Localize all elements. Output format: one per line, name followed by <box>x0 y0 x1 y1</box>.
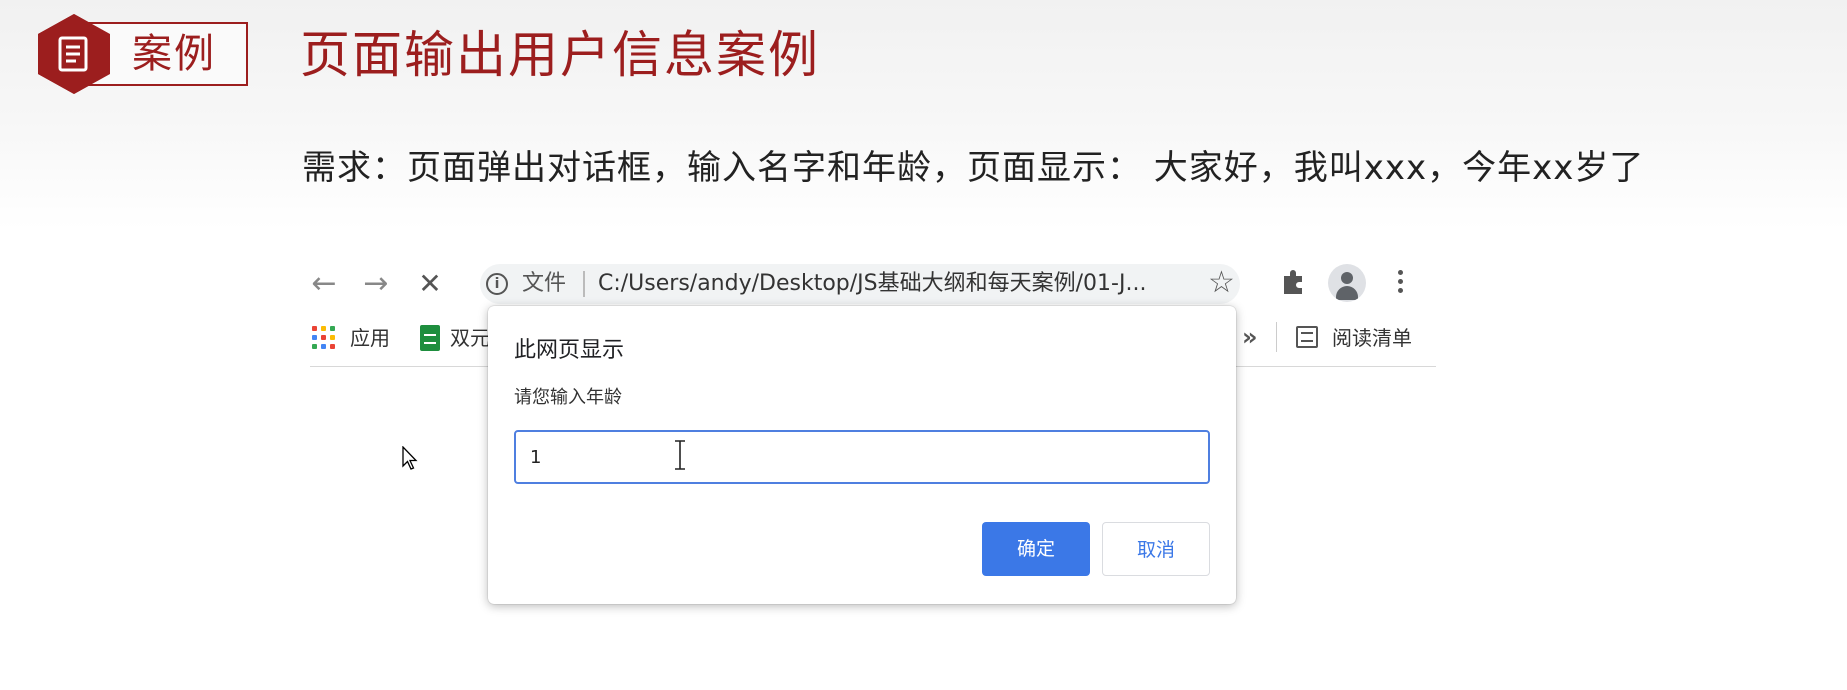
dialog-title: 此网页显示 <box>514 338 625 363</box>
age-input[interactable] <box>514 430 1210 484</box>
prompt-dialog: 此网页显示 请您输入年龄 确定 取消 <box>488 306 1236 604</box>
more-menu-icon[interactable] <box>1390 266 1410 300</box>
scheme-label: 文件 <box>522 271 567 296</box>
bookmark-shuangyuan[interactable]: 双元 <box>450 324 490 352</box>
bookmarks-overflow-chevron[interactable]: » <box>1242 322 1258 352</box>
apps-grid-icon[interactable] <box>312 326 336 350</box>
cancel-button[interactable]: 取消 <box>1102 522 1210 576</box>
requirement-text: 需求：页面弹出对话框，输入名字和年龄，页面显示： 大家好，我叫xxx，今年xx岁… <box>302 148 1645 188</box>
dialog-message: 请您输入年龄 <box>514 387 622 408</box>
address-separator <box>583 271 585 297</box>
back-button[interactable]: ← <box>306 268 342 300</box>
sheets-icon <box>420 325 440 351</box>
ok-button[interactable]: 确定 <box>982 522 1090 576</box>
bookmark-star-icon[interactable]: ☆ <box>1208 267 1235 299</box>
info-icon[interactable]: i <box>486 273 508 295</box>
profile-avatar-icon[interactable] <box>1328 264 1366 302</box>
stop-loading-button[interactable]: ✕ <box>412 268 448 300</box>
mouse-pointer-icon <box>402 445 418 472</box>
extensions-puzzle-icon[interactable] <box>1278 266 1308 298</box>
url-text[interactable]: C:/Users/andy/Desktop/JS基础大纲和每天案例/01-J..… <box>598 270 1146 298</box>
text-cursor-icon <box>673 440 687 470</box>
bookmarks-divider <box>1276 322 1277 352</box>
forward-button[interactable]: → <box>358 268 394 300</box>
case-hexagon-icon-front <box>36 12 112 96</box>
reading-list-icon[interactable] <box>1296 326 1318 348</box>
slide-title: 页面输出用户信息案例 <box>300 26 820 84</box>
bookmark-apps[interactable]: 应用 <box>350 324 390 352</box>
reading-list-label[interactable]: 阅读清单 <box>1332 324 1412 352</box>
case-tag-label: 案例 <box>132 31 216 77</box>
